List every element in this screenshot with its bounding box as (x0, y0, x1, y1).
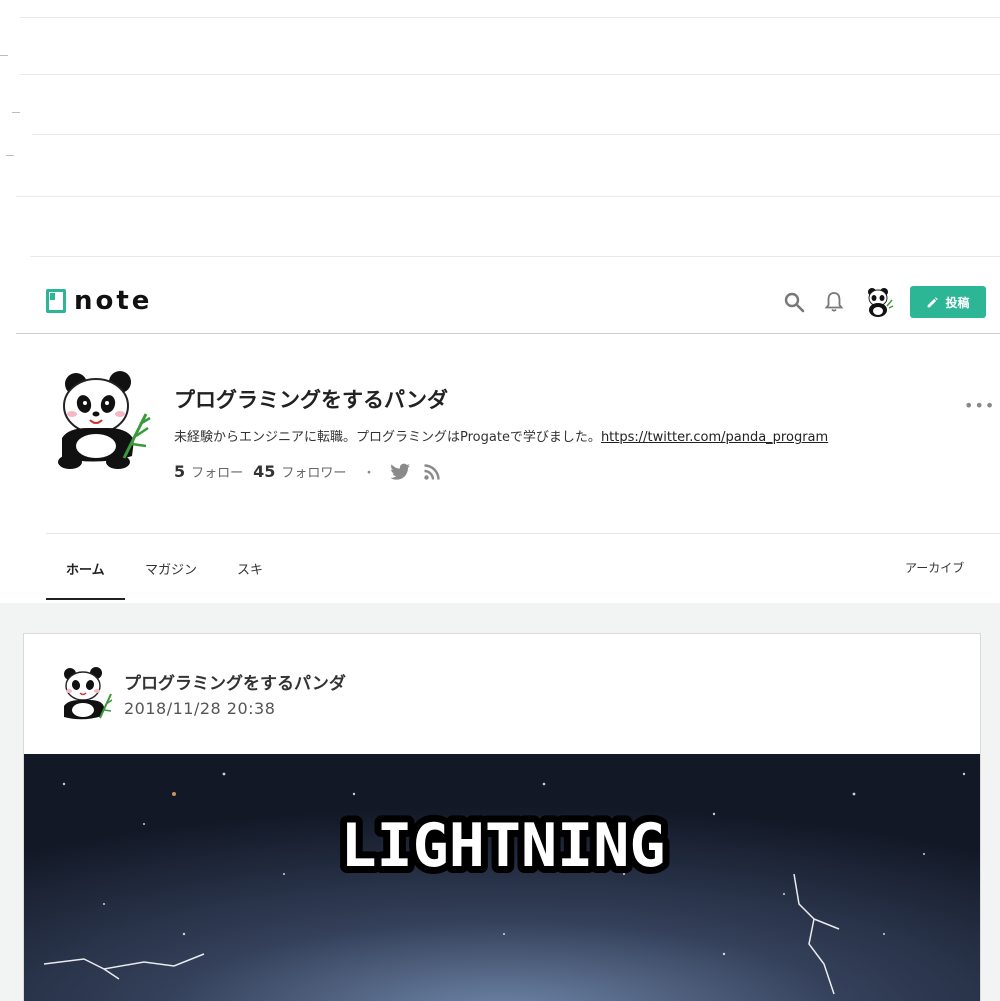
profile-bio-link[interactable]: https://twitter.com/panda_program (601, 430, 828, 445)
bell-icon[interactable] (822, 290, 846, 314)
post-button[interactable]: 投稿 (910, 286, 986, 318)
follower-label[interactable]: フォロワー (281, 462, 346, 481)
more-options-icon[interactable]: ••• (964, 396, 995, 415)
profile-avatar (58, 371, 151, 469)
tab-home[interactable]: ホーム (66, 559, 105, 578)
profile-tabs: ホーム マガジン スキ アーカイブ (16, 534, 1000, 601)
divider (32, 134, 1000, 135)
post-author-avatar (64, 667, 112, 720)
follow-label[interactable]: フォロー (191, 462, 243, 481)
profile-stats: 5 フォロー 45 フォロワー ・ (174, 462, 441, 481)
post-card[interactable]: プログラミングをするパンダ 2018/11/28 20:38 LIGHTNING… (23, 633, 981, 1001)
twitter-icon[interactable] (391, 463, 411, 481)
tab-archive[interactable]: アーカイブ (905, 559, 964, 576)
top-header: note 投稿 (16, 270, 1000, 334)
post-button-label: 投稿 (945, 295, 970, 310)
profile-bio-text: 未経験からエンジニアに転職。プログラミングはProgateで学びました。 (174, 430, 601, 445)
divider (20, 17, 1000, 18)
divider (12, 112, 20, 113)
post-thumbnail[interactable]: LIGHTNING LIGHTNING (24, 754, 981, 1001)
divider (0, 55, 8, 56)
note-logo-icon (46, 289, 66, 313)
avatar[interactable] (862, 286, 894, 318)
tab-active-indicator (46, 598, 125, 600)
rss-icon[interactable] (423, 463, 441, 481)
post-author-name[interactable]: プログラミングをするパンダ (124, 669, 346, 694)
divider (20, 74, 1000, 75)
logo-text: note (74, 286, 153, 316)
profile-section: プログラミングをするパンダ 未経験からエンジニアに転職。プログラミングはProg… (16, 334, 1000, 534)
tab-magazine[interactable]: マガジン (145, 559, 197, 578)
pencil-icon (928, 296, 939, 307)
post-date: 2018/11/28 20:38 (124, 699, 276, 718)
image-title: LIGHTNING (340, 811, 665, 881)
divider (30, 256, 1000, 257)
tab-suki[interactable]: スキ (237, 559, 263, 578)
profile-name: プログラミングをするパンダ (174, 388, 449, 412)
divider (16, 196, 1000, 197)
profile-bio: 未経験からエンジニアに転職。プログラミングはProgateで学びました。http… (174, 426, 828, 445)
note-logo[interactable]: note (46, 286, 153, 316)
separator: ・ (362, 466, 376, 481)
search-icon[interactable] (782, 290, 806, 314)
divider (6, 155, 14, 156)
follower-count[interactable]: 45 (253, 462, 275, 481)
follow-count[interactable]: 5 (174, 462, 185, 481)
